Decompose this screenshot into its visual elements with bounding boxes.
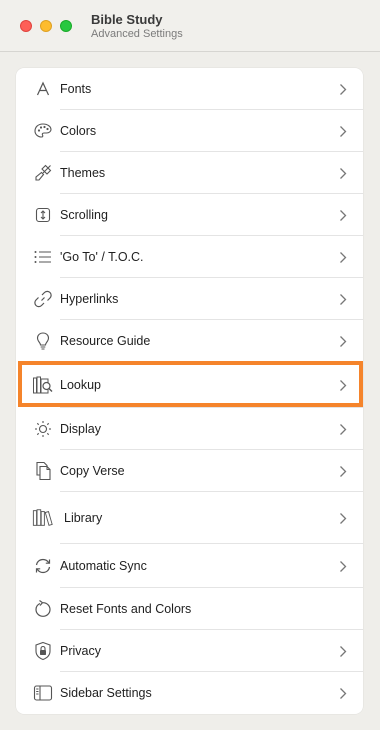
scroll-icon bbox=[32, 204, 54, 226]
settings-row-resource-guide[interactable]: Resource Guide bbox=[16, 320, 363, 362]
settings-row-scrolling[interactable]: Scrolling bbox=[16, 194, 363, 236]
chevron-right-icon bbox=[338, 250, 348, 264]
settings-row-lookup[interactable]: Lookup bbox=[16, 362, 363, 408]
settings-row-label: Colors bbox=[60, 124, 97, 138]
minimize-window-button[interactable] bbox=[40, 20, 52, 32]
paintbrush-icon bbox=[32, 162, 54, 184]
sync-icon bbox=[32, 555, 54, 577]
zoom-window-button[interactable] bbox=[60, 20, 72, 32]
lookup-icon bbox=[32, 374, 54, 396]
copy-icon bbox=[32, 460, 54, 482]
chevron-right-icon bbox=[338, 422, 348, 436]
settings-row-go-to-t-o-c[interactable]: 'Go To' / T.O.C. bbox=[16, 236, 363, 278]
sidebar-icon bbox=[32, 682, 54, 704]
lock-shield-icon bbox=[32, 640, 54, 662]
settings-list: Fonts Colors Themes Scrolling 'Go To' / T.O.… bbox=[16, 68, 363, 714]
chevron-right-icon bbox=[338, 208, 348, 222]
settings-row-label: Hyperlinks bbox=[60, 292, 119, 306]
title-bar: Bible Study Advanced Settings bbox=[0, 0, 380, 52]
settings-row-label: Resource Guide bbox=[60, 334, 151, 348]
link-icon bbox=[32, 288, 54, 310]
settings-row-colors[interactable]: Colors bbox=[16, 110, 363, 152]
settings-row-label: Fonts bbox=[60, 82, 92, 96]
chevron-right-icon bbox=[338, 334, 348, 348]
settings-row-label: Copy Verse bbox=[60, 464, 125, 478]
chevron-right-icon bbox=[338, 559, 348, 573]
chevron-right-icon bbox=[338, 686, 348, 700]
settings-row-label: Reset Fonts and Colors bbox=[60, 602, 192, 616]
chevron-right-icon bbox=[338, 292, 348, 306]
settings-row-label: Display bbox=[60, 422, 101, 436]
chevron-right-icon bbox=[338, 82, 348, 96]
settings-row-privacy[interactable]: Privacy bbox=[16, 630, 363, 672]
font-icon bbox=[32, 78, 54, 100]
window-title: Bible Study bbox=[91, 12, 163, 27]
chevron-right-icon bbox=[338, 511, 348, 525]
list-icon bbox=[32, 246, 54, 268]
close-window-button[interactable] bbox=[20, 20, 32, 32]
settings-row-reset-fonts-and-colors[interactable]: Reset Fonts and Colors bbox=[16, 588, 363, 630]
settings-row-display[interactable]: Display bbox=[16, 408, 363, 450]
settings-row-automatic-sync[interactable]: Automatic Sync bbox=[16, 544, 363, 588]
reset-icon bbox=[32, 598, 54, 620]
settings-row-label: Lookup bbox=[60, 378, 102, 392]
palette-icon bbox=[32, 120, 54, 142]
settings-row-label: 'Go To' / T.O.C. bbox=[60, 250, 144, 264]
settings-row-sidebar-settings[interactable]: Sidebar Settings bbox=[16, 672, 363, 714]
chevron-right-icon bbox=[338, 124, 348, 138]
chevron-right-icon bbox=[338, 644, 348, 658]
settings-row-label: Privacy bbox=[60, 644, 101, 658]
settings-row-library[interactable]: Library bbox=[16, 492, 363, 544]
settings-row-label: Themes bbox=[60, 166, 106, 180]
settings-row-label: Library bbox=[64, 511, 103, 525]
lightbulb-icon bbox=[32, 330, 54, 352]
window-subtitle: Advanced Settings bbox=[91, 28, 183, 40]
settings-row-copy-verse[interactable]: Copy Verse bbox=[16, 450, 363, 492]
settings-row-hyperlinks[interactable]: Hyperlinks bbox=[16, 278, 363, 320]
books-icon bbox=[32, 507, 54, 529]
settings-row-label: Sidebar Settings bbox=[60, 686, 152, 700]
brightness-icon bbox=[32, 418, 54, 440]
settings-row-themes[interactable]: Themes bbox=[16, 152, 363, 194]
chevron-right-icon bbox=[338, 166, 348, 180]
settings-row-label: Scrolling bbox=[60, 208, 108, 222]
chevron-right-icon bbox=[338, 378, 348, 392]
settings-row-label: Automatic Sync bbox=[60, 559, 147, 573]
chevron-right-icon bbox=[338, 464, 348, 478]
settings-row-fonts[interactable]: Fonts bbox=[16, 68, 363, 110]
